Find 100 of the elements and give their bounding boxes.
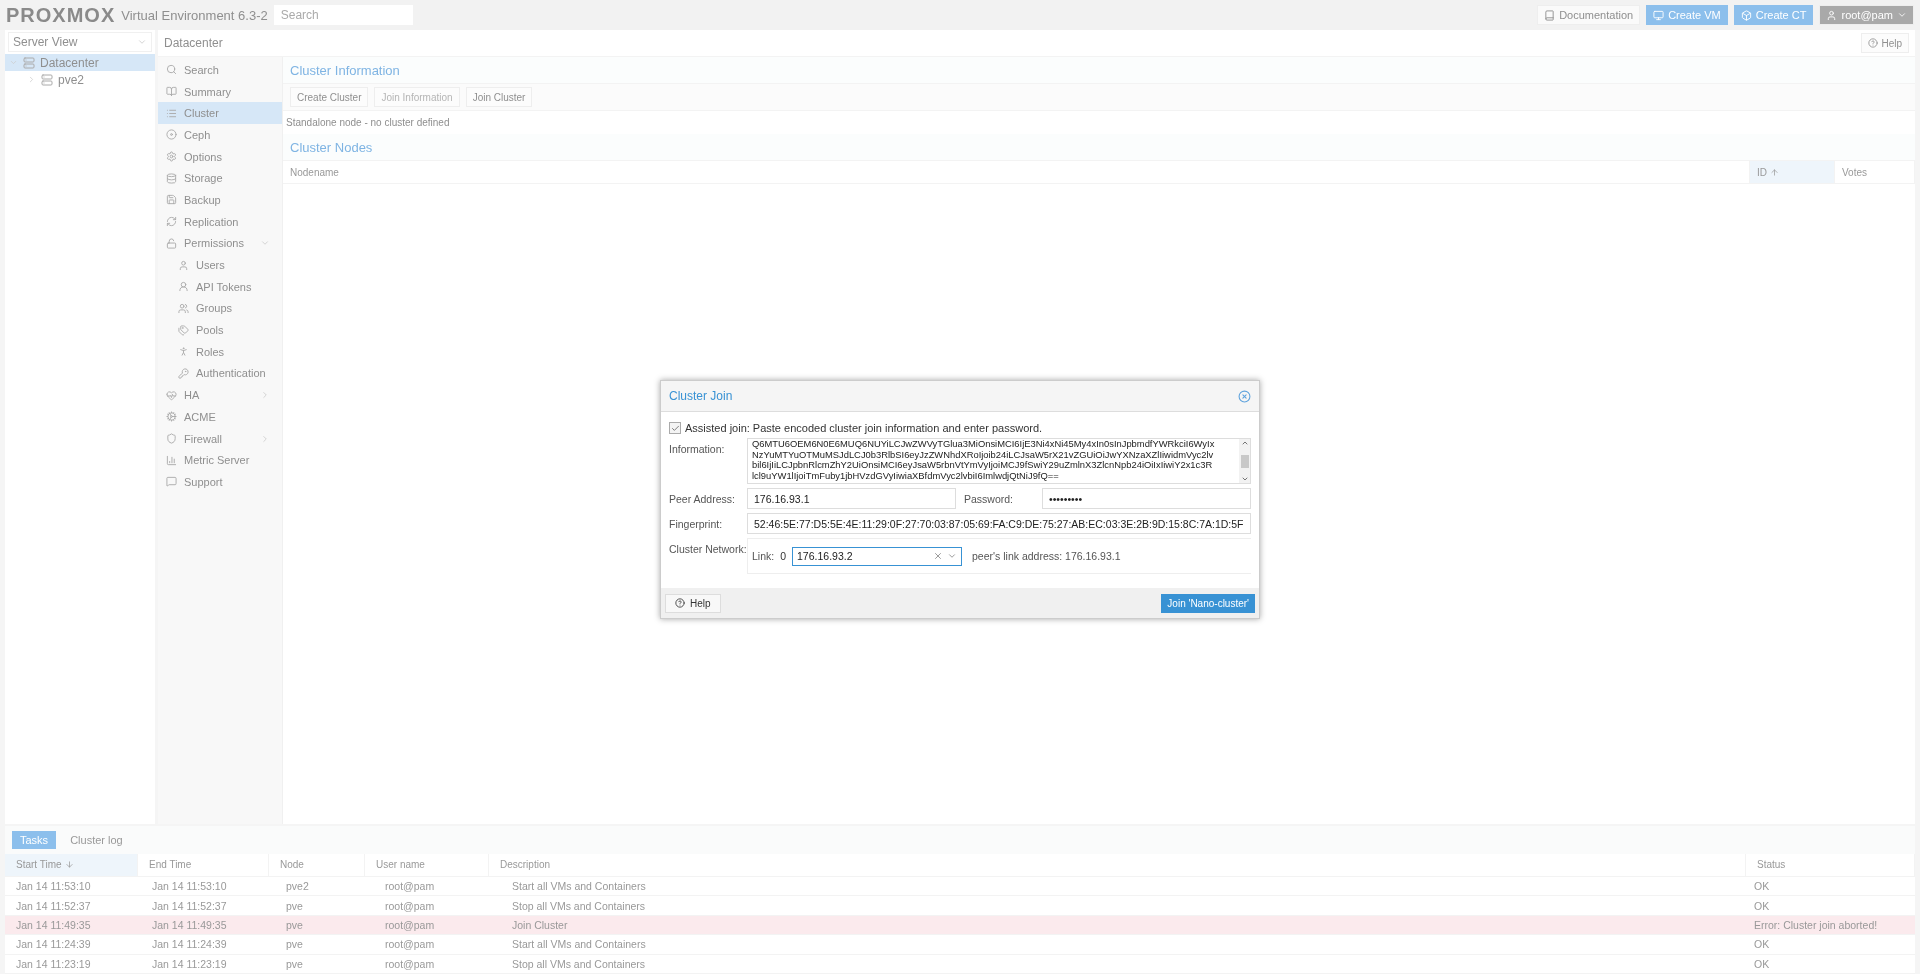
search-icon xyxy=(166,64,177,76)
column-header[interactable]: End Time xyxy=(138,854,269,876)
table-cell-text: OK xyxy=(1753,879,1771,895)
table-cell-text: Jan 14 11:23:19 xyxy=(151,956,228,972)
table-cell-text: Jan 14 11:52:37 xyxy=(151,898,228,914)
chevron-right-icon xyxy=(260,433,270,444)
chevron-down-icon xyxy=(137,37,147,47)
user-menu-button[interactable]: root@pam xyxy=(1819,5,1914,25)
users-icon xyxy=(178,302,189,314)
view-select[interactable]: Server View xyxy=(8,32,152,52)
nav-item[interactable]: HA xyxy=(158,384,282,406)
table-cell-text: pve xyxy=(285,956,304,972)
table-cell-text: root@pam xyxy=(384,879,436,895)
field-label: Peer Address: xyxy=(669,492,736,505)
sort-arrow-icon xyxy=(1770,167,1779,177)
nav-item[interactable]: Search xyxy=(158,59,282,81)
table-cell-text: Jan 14 11:53:10 xyxy=(151,879,228,895)
monitor-icon xyxy=(1653,9,1665,21)
person-icon xyxy=(178,346,189,358)
nav-item[interactable]: Permissions xyxy=(158,232,282,255)
chevron-down-icon[interactable] xyxy=(947,551,958,561)
toolbar-button[interactable]: Create CT xyxy=(1733,5,1814,25)
scroll-up-icon[interactable] xyxy=(1240,439,1249,447)
toolbar-button[interactable]: Join Cluster xyxy=(465,87,533,107)
heart-pulse-icon xyxy=(166,389,177,401)
nav-item[interactable]: Authentication xyxy=(158,362,282,385)
nav-item[interactable]: Firewall xyxy=(158,427,282,450)
nav-item[interactable]: Users xyxy=(158,254,282,276)
book-icon xyxy=(166,86,177,98)
server-icon xyxy=(41,73,53,86)
scrollbar-thumb[interactable] xyxy=(1240,454,1249,468)
nav-item[interactable]: Summary xyxy=(158,80,282,103)
toolbar-button[interactable]: Create Cluster xyxy=(290,87,369,107)
link-address-combo[interactable]: 176.16.93.2 xyxy=(792,546,963,566)
table-cell-text: Error: Cluster join aborted! xyxy=(1753,917,1879,933)
unlocked-padlock-icon xyxy=(166,237,177,249)
cube-icon xyxy=(1740,9,1752,21)
table-cell-text: Join Cluster xyxy=(511,917,569,933)
tab[interactable]: Cluster log xyxy=(62,831,131,849)
nav-item[interactable]: Groups xyxy=(158,297,282,320)
tab[interactable]: Tasks xyxy=(12,831,57,849)
password-field[interactable]: ••••••••• xyxy=(1042,488,1251,509)
column-header[interactable]: Votes xyxy=(1835,161,1915,183)
column-header[interactable]: Description xyxy=(489,854,1746,876)
close-icon[interactable] xyxy=(1238,389,1251,403)
nav-item[interactable]: Metric Server xyxy=(158,449,282,472)
column-header[interactable]: Start Time xyxy=(5,854,138,876)
table-cell-text: pve xyxy=(285,898,304,914)
refresh-icon xyxy=(166,216,177,228)
search-field[interactable]: Search xyxy=(273,5,413,25)
toolbar-button[interactable]: Create VM xyxy=(1646,5,1728,25)
chevron-right-icon xyxy=(260,390,270,401)
checkbox[interactable] xyxy=(669,422,681,434)
version-text: Virtual Environment 6.3-2 xyxy=(121,7,268,23)
input-field[interactable]: 176.16.93.1 xyxy=(747,488,956,509)
clear-icon[interactable] xyxy=(933,551,944,561)
toolbar-button[interactable]: Documentation xyxy=(1537,5,1641,25)
column-header[interactable]: User name xyxy=(365,854,489,876)
input-field[interactable]: 52:46:5E:77:D5:5E:4E:11:29:0F:27:70:03:87:05:69:FA:C9:DE:75:27:AB:EC:03:3E:2B:9D:15:8C:7A:1D:5F xyxy=(747,513,1251,534)
table-cell-text: root@pam xyxy=(384,937,436,953)
scroll-down-icon[interactable] xyxy=(1240,475,1249,483)
nav-item[interactable]: ACME xyxy=(158,406,282,428)
dialog-title: Cluster Join xyxy=(669,389,733,403)
tree-item[interactable]: Datacenter xyxy=(5,54,155,71)
status-text: Standalone node - no cluster defined xyxy=(285,116,451,130)
chevron-down-icon xyxy=(1897,10,1907,20)
sort-arrow-icon xyxy=(64,860,74,870)
help-button[interactable]: Help xyxy=(1861,33,1909,53)
nav-item[interactable]: API Tokens xyxy=(158,275,282,298)
chevron-right-icon[interactable] xyxy=(27,75,36,84)
information-textarea[interactable]: Q6MTU6OEM6N0E6MUQ6NUYiLCJwZWVyTGlua3MiOnsiMCI6IjE3Ni4xNi45My4xIn0sInJpbmdfYWRkciI6WyIx NzYuMTYuOTMuMSJdLCJ0b3RlbSI6eyJzZWNhdXRoIjoib24iLCJsaW5rX21vZGUiOiJwYXNzaXZlIiwidmVyc2lv bil6IjIiLCJpbnRlcmZhY2UiOnsiMCI6eyJsaW5rbnVtYmVyIjoiMCJ9fSwiY29uZmlnX3ZlcnNpb24iOiIxIiwiY2x1c3R lcl9uYW1lIjoiTmFuby1jbHVzdGVyIiwiaXBfdmVyc2lvbiI6ImlwdjQtNiJ9fQ== xyxy=(747,438,1251,484)
server-icon xyxy=(23,56,35,69)
help-button[interactable]: Help xyxy=(665,593,721,613)
shield-icon xyxy=(166,433,177,445)
speech-bubble-icon xyxy=(166,476,177,488)
table-cell-text: Jan 14 11:49:35 xyxy=(15,917,92,933)
tree-item[interactable]: pve2 xyxy=(5,71,155,88)
table-cell-text: Jan 14 11:49:35 xyxy=(151,917,228,933)
nav-item[interactable]: Replication xyxy=(158,210,282,233)
table-cell-text: root@pam xyxy=(384,898,436,914)
panel-title: Cluster Nodes xyxy=(283,134,1915,161)
nav-item[interactable]: Storage xyxy=(158,167,282,190)
nav-item[interactable]: Ceph xyxy=(158,124,282,146)
nav-item[interactable]: Roles xyxy=(158,340,282,363)
table-cell-text: pve xyxy=(285,917,304,933)
book-icon xyxy=(1544,9,1556,21)
link-label: Link: xyxy=(752,550,775,562)
nav-item[interactable]: Support xyxy=(158,471,282,493)
column-header[interactable]: Node xyxy=(269,854,365,876)
database-icon xyxy=(166,172,177,184)
task-row[interactable]: Jan 14 11:49:35 Jan 14 11:49:35 pve root@pam Join Cluster Error: Cluster join aborted! xyxy=(5,915,1915,936)
nav-item[interactable]: Backup xyxy=(158,189,282,211)
column-header[interactable]: Status xyxy=(1746,854,1915,876)
nav-item[interactable]: Cluster xyxy=(158,102,282,125)
nav-item[interactable]: Pools xyxy=(158,319,282,341)
nav-item[interactable]: Options xyxy=(158,145,282,168)
table-cell-text: Start all VMs and Containers xyxy=(511,879,647,895)
column-header[interactable]: ID xyxy=(1750,161,1835,183)
join-button[interactable]: Join 'Nano-cluster' xyxy=(1161,593,1255,613)
table-cell-text: Stop all VMs and Containers xyxy=(511,898,647,914)
